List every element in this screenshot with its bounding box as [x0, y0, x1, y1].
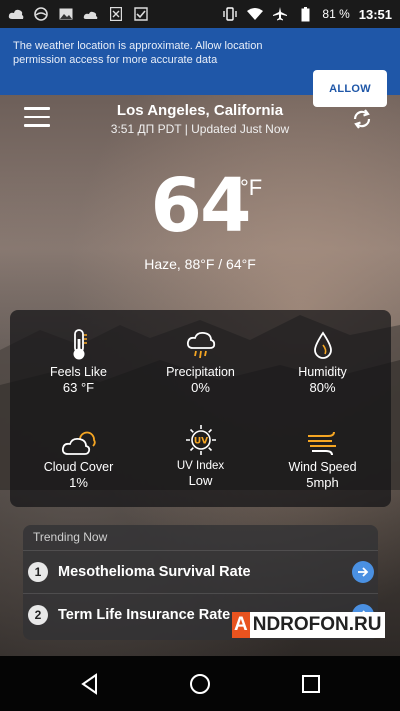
uv-sun-icon: UV: [137, 422, 264, 456]
status-bar: 81 % 13:51: [0, 0, 400, 28]
weather-description: Haze, 88°F / 64°F: [144, 256, 256, 272]
condition-feels-like: Feels Like 63 °F: [15, 327, 142, 395]
excel-icon: [108, 7, 124, 21]
condition-wind-speed: Wind Speed 5mph: [259, 422, 386, 490]
clock: 13:51: [358, 6, 392, 22]
update-subtitle: 3:51 ДП PDT | Updated Just Now: [110, 122, 290, 136]
trending-number: 1: [28, 562, 48, 582]
cloud-sun-icon: [15, 422, 142, 456]
condition-value: 1%: [69, 475, 88, 490]
condition-label: Humidity: [298, 365, 347, 379]
thermometer-icon: [15, 327, 142, 361]
arrow-right-icon[interactable]: [352, 561, 374, 583]
recents-icon[interactable]: [300, 673, 322, 695]
conditions-panel: Feels Like 63 °F Precipitation 0% Humidi…: [10, 310, 391, 507]
svg-text:UV: UV: [193, 437, 207, 447]
home-icon[interactable]: [189, 673, 211, 695]
watermark-text: NDROFON.RU: [249, 612, 385, 638]
condition-label: Wind Speed: [288, 460, 357, 474]
temperature-unit: °F: [240, 175, 263, 200]
system-icons: 81 % 13:51: [222, 6, 392, 22]
wind-icon: [259, 422, 386, 456]
condition-value: 63 °F: [62, 380, 95, 395]
location-permission-banner: The weather location is approximate. All…: [0, 28, 400, 107]
refresh-icon[interactable]: [351, 108, 373, 130]
condition-label: Cloud Cover: [43, 460, 114, 474]
location-title[interactable]: Los Angeles, California: [0, 102, 400, 119]
battery-percent: 81 %: [322, 7, 350, 21]
trending-title: Trending Now: [33, 530, 108, 544]
watermark-logo-letter: A: [232, 612, 250, 638]
trending-label: Term Life Insurance Rate: [58, 607, 231, 623]
condition-label: UV Index: [176, 460, 225, 472]
checkmark-app-icon: [133, 7, 149, 21]
condition-precipitation: Precipitation 0%: [137, 327, 264, 395]
wifi-icon: [247, 7, 264, 21]
notification-icons: [8, 7, 149, 21]
condition-cloud-cover: Cloud Cover 1%: [15, 422, 142, 490]
condition-label: Precipitation: [166, 365, 235, 379]
rain-cloud-icon: [137, 327, 264, 361]
globe-icon: [33, 7, 49, 21]
current-temperature: 64: [150, 163, 252, 249]
condition-uv-index: UV UV Index Low: [137, 422, 264, 488]
weather-app-icon: [8, 7, 24, 21]
condition-value: 0%: [191, 380, 210, 395]
watermark: A NDROFON.RU: [232, 612, 385, 638]
trending-number: 2: [28, 605, 48, 625]
condition-label: Feels Like: [50, 365, 107, 379]
vibrate-icon: [222, 7, 238, 21]
trending-label: Mesothelioma Survival Rate: [58, 564, 251, 580]
battery-icon: [297, 6, 313, 21]
condition-value: 5mph: [306, 475, 339, 490]
droplet-icon: [259, 327, 386, 361]
condition-value: 80%: [309, 380, 336, 395]
navigation-bar: [0, 656, 400, 711]
airplane-icon: [272, 7, 288, 21]
condition-value: Low: [188, 473, 213, 488]
condition-humidity: Humidity 80%: [259, 327, 386, 395]
trending-item[interactable]: 1 Mesothelioma Survival Rate: [23, 550, 378, 593]
back-icon[interactable]: [79, 673, 101, 695]
image-icon: [58, 7, 74, 21]
banner-message: The weather location is approximate. All…: [13, 40, 263, 66]
cloud-sun-status-icon: [83, 7, 99, 21]
